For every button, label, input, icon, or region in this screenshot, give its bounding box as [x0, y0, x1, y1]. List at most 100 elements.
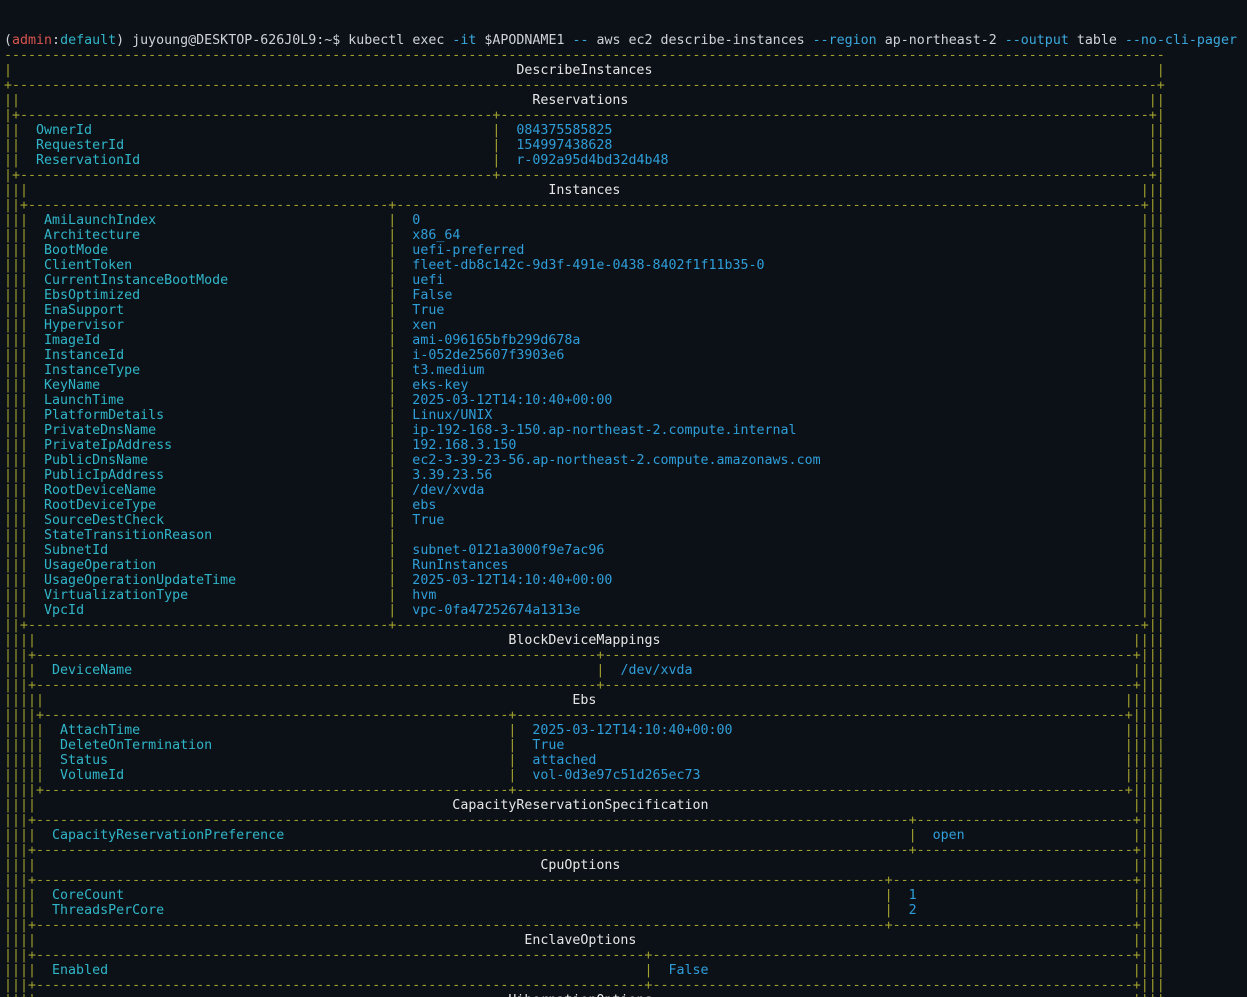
terminal-text-segment: False	[652, 963, 1133, 978]
terminal-text-segment: |||	[1140, 183, 1165, 198]
terminal-text-segment: |||	[4, 228, 29, 243]
table-row: ||| ImageId | ami-096165bfb299d678a |||	[4, 333, 1247, 348]
terminal-text-segment: /dev/xvda	[604, 663, 1133, 678]
terminal-text-segment: ||||	[1132, 903, 1165, 918]
terminal-text-segment: KeyName	[28, 378, 389, 393]
terminal-text-segment: |||	[1140, 468, 1165, 483]
terminal-text-segment: uefi	[396, 273, 1141, 288]
table-row: ||| InstanceId | i-052de25607f3903e6 |||	[4, 348, 1247, 363]
terminal-text-segment: Instances	[28, 183, 1141, 198]
terminal-text-segment: RootDeviceName	[28, 483, 389, 498]
terminal-text-segment: vpc-0fa47252674a1313e	[396, 603, 1141, 618]
terminal-text-segment: EnaSupport	[28, 303, 389, 318]
table-row: |||| Enabled | False ||||	[4, 963, 1247, 978]
terminal-text-segment: ami-096165bfb299d678a	[396, 333, 1141, 348]
terminal-text-segment: BootMode	[28, 243, 389, 258]
table-row: ||| PlatformDetails | Linux/UNIX |||	[4, 408, 1247, 423]
terminal-text-segment: |||	[1140, 348, 1165, 363]
section-title: || Reservations ||	[4, 93, 1247, 108]
terminal-text-segment: Status	[44, 753, 509, 768]
terminal-text-segment: |||	[1140, 273, 1165, 288]
terminal-text-segment: ----------------------------------------…	[4, 48, 1165, 63]
terminal-text-segment: CpuOptions	[36, 858, 1133, 873]
table-border: |+--------------------------------------…	[4, 108, 1247, 123]
terminal-text-segment: ||||	[1132, 663, 1165, 678]
table-border: |||+------------------------------------…	[4, 948, 1247, 963]
table-row: ||| RootDeviceType | ebs |||	[4, 498, 1247, 513]
terminal-text-segment: subnet-0121a3000f9e7ac96	[396, 543, 1141, 558]
table-row: || ReservationId | r-092a95d4bd32d4b48 |…	[4, 153, 1247, 168]
terminal-text-segment: EbsOptimized	[28, 288, 389, 303]
terminal-text-segment: ClientToken	[28, 258, 389, 273]
section-title: |||| CapacityReservationSpecification ||…	[4, 798, 1247, 813]
table-border: |||+------------------------------------…	[4, 873, 1247, 888]
table-row: ||||| VolumeId | vol-0d3e97c51d265ec73 |…	[4, 768, 1247, 783]
terminal-text-segment: Hypervisor	[28, 318, 389, 333]
terminal-text-segment: CapacityReservationSpecification	[36, 798, 1133, 813]
terminal[interactable]: (admin:default) juyoung@DESKTOP-626J0L9:…	[0, 0, 1247, 997]
terminal-text-segment: ||||	[4, 798, 37, 813]
terminal-text-segment: |||	[1140, 498, 1165, 513]
terminal-text-segment: default	[60, 33, 117, 48]
terminal-text-segment: |||	[4, 558, 29, 573]
terminal-text-segment: ebs	[396, 498, 1141, 513]
table-row: ||| UsageOperationUpdateTime | 2025-03-1…	[4, 573, 1247, 588]
terminal-text-segment: /dev/xvda	[396, 483, 1141, 498]
terminal-text-segment: 2025-03-12T14:10:40+00:00	[396, 573, 1141, 588]
terminal-text-segment: |||	[1140, 243, 1165, 258]
terminal-text-segment: PlatformDetails	[28, 408, 389, 423]
terminal-text-segment: HibernationOptions	[36, 993, 1133, 997]
terminal-text-segment: |||	[4, 303, 29, 318]
terminal-text-segment: |||	[4, 243, 29, 258]
table-row: ||| PublicIpAddress | 3.39.23.56 |||	[4, 468, 1247, 483]
terminal-text-segment: |||	[4, 498, 29, 513]
terminal-text-segment: |||	[4, 363, 29, 378]
terminal-text-segment: CoreCount	[36, 888, 885, 903]
table-border: +---------------------------------------…	[4, 78, 1247, 93]
terminal-text-segment: |||	[1140, 423, 1165, 438]
table-row: ||| LaunchTime | 2025-03-12T14:10:40+00:…	[4, 393, 1247, 408]
terminal-text-segment: $APODNAME1	[476, 33, 573, 48]
terminal-text-segment: AmiLaunchIndex	[28, 213, 389, 228]
terminal-text-segment: |||	[4, 213, 29, 228]
terminal-text-segment: 154997438628	[500, 138, 1149, 153]
table-row: |||| DeviceName | /dev/xvda ||||	[4, 663, 1247, 678]
terminal-text-segment: |||+------------------------------------…	[4, 918, 1165, 933]
table-row: |||| CoreCount | 1 ||||	[4, 888, 1247, 903]
terminal-text-segment: i-052de25607f3903e6	[396, 348, 1141, 363]
terminal-text-segment: |	[908, 828, 917, 843]
terminal-text-segment: kubectl exec	[348, 33, 453, 48]
terminal-text-segment: Reservations	[20, 93, 1149, 108]
table-row: ||| AmiLaunchIndex | 0 |||	[4, 213, 1247, 228]
table-border: |||+------------------------------------…	[4, 648, 1247, 663]
terminal-text-segment: |||	[4, 528, 29, 543]
terminal-text-segment: |||||	[1124, 753, 1165, 768]
terminal-text-segment: |||	[4, 183, 29, 198]
table-row: |||| CapacityReservationPreference | ope…	[4, 828, 1247, 843]
terminal-text-segment: ImageId	[28, 333, 389, 348]
terminal-text-segment: ||||	[1132, 633, 1165, 648]
terminal-text-segment: xen	[396, 318, 1141, 333]
terminal-text-segment: ||	[1148, 93, 1165, 108]
terminal-text-segment: |+--------------------------------------…	[4, 108, 1165, 123]
terminal-text-segment: AttachTime	[44, 723, 509, 738]
terminal-text-segment: |||	[1140, 378, 1165, 393]
table-row: ||||| Status | attached |||||	[4, 753, 1247, 768]
terminal-text-segment: uefi-preferred	[396, 243, 1141, 258]
terminal-text-segment: |||	[4, 588, 29, 603]
terminal-text-segment: VolumeId	[44, 768, 509, 783]
terminal-text-segment: |||+------------------------------------…	[4, 678, 1165, 693]
terminal-text-segment: eks-key	[396, 378, 1141, 393]
terminal-text-segment: |||	[4, 603, 29, 618]
terminal-text-segment: |||||	[4, 693, 45, 708]
terminal-text-segment: |||	[1140, 603, 1165, 618]
terminal-text-segment: |||+------------------------------------…	[4, 948, 1165, 963]
terminal-text-segment: 3.39.23.56	[396, 468, 1141, 483]
terminal-text-segment: |	[4, 63, 13, 78]
terminal-text-segment: ||||	[1132, 888, 1165, 903]
table-row: ||| KeyName | eks-key |||	[4, 378, 1247, 393]
terminal-text-segment: |||	[4, 483, 29, 498]
terminal-text-segment: StateTransitionReason	[28, 528, 389, 543]
terminal-text-segment: |||	[4, 513, 29, 528]
terminal-text-segment: |||	[4, 333, 29, 348]
